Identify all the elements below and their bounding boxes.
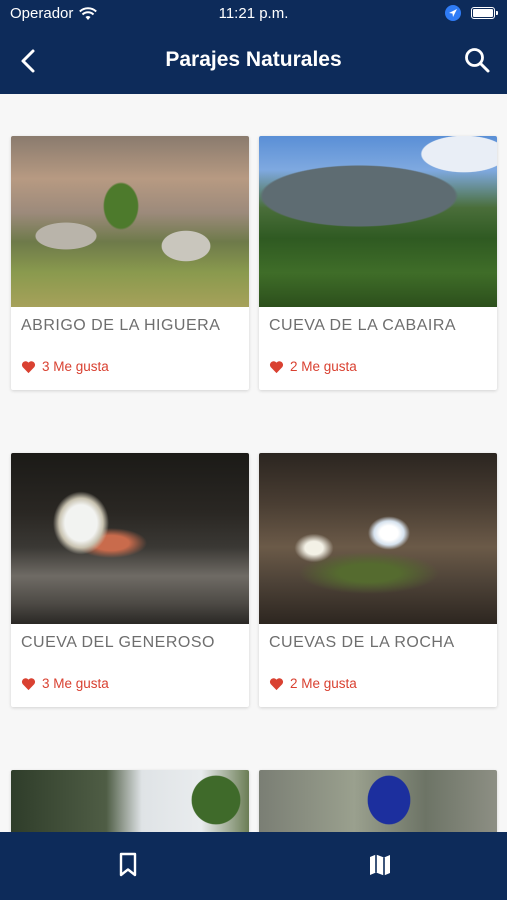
place-name: ABRIGO DE LA HIGUERA bbox=[21, 317, 221, 334]
status-right bbox=[445, 5, 498, 21]
heart-icon bbox=[269, 677, 284, 690]
navigation-bar: Parajes Naturales bbox=[0, 28, 507, 94]
place-photo bbox=[11, 136, 249, 307]
tab-bar bbox=[0, 832, 507, 900]
place-card[interactable] bbox=[259, 770, 497, 832]
battery-icon bbox=[471, 7, 498, 19]
place-card[interactable]: ABRIGO DE LA HIGUERA 3 Me gusta bbox=[11, 136, 249, 390]
place-card[interactable]: CUEVA DE LA CABAIRA 2 Me gusta bbox=[259, 136, 497, 390]
likes-count: 3 Me gusta bbox=[21, 359, 249, 374]
heart-icon bbox=[21, 677, 36, 690]
place-photo bbox=[259, 136, 497, 307]
heart-icon bbox=[269, 360, 284, 373]
map-icon[interactable] bbox=[368, 852, 392, 878]
likes-label: 2 Me gusta bbox=[290, 359, 357, 374]
clock: 11:21 p.m. bbox=[218, 5, 289, 22]
likes-count: 2 Me gusta bbox=[269, 676, 497, 691]
place-name: CUEVAS DE LA ROCHA bbox=[269, 634, 455, 651]
place-photo bbox=[11, 770, 249, 832]
likes-label: 3 Me gusta bbox=[42, 359, 109, 374]
place-card[interactable] bbox=[11, 770, 249, 832]
place-photo bbox=[259, 453, 497, 624]
likes-label: 3 Me gusta bbox=[42, 676, 109, 691]
heart-icon bbox=[21, 360, 36, 373]
place-name: CUEVA DE LA CABAIRA bbox=[269, 317, 457, 334]
likes-count: 3 Me gusta bbox=[21, 676, 249, 691]
likes-count: 2 Me gusta bbox=[269, 359, 497, 374]
place-name: CUEVA DEL GENEROSO bbox=[21, 634, 215, 651]
bookmark-icon[interactable] bbox=[116, 852, 140, 878]
page-title: Parajes Naturales bbox=[165, 48, 342, 71]
place-card[interactable]: CUEVAS DE LA ROCHA 2 Me gusta bbox=[259, 453, 497, 707]
likes-label: 2 Me gusta bbox=[290, 676, 357, 691]
place-photo bbox=[259, 770, 497, 832]
location-icon bbox=[445, 5, 461, 21]
place-photo bbox=[11, 453, 249, 624]
places-grid: ABRIGO DE LA HIGUERA 3 Me gusta CUEVA DE… bbox=[0, 94, 507, 832]
search-icon[interactable] bbox=[463, 46, 491, 74]
place-card[interactable]: CUEVA DEL GENEROSO 3 Me gusta bbox=[11, 453, 249, 707]
status-bar: Operador 11:21 p.m. bbox=[0, 0, 507, 28]
